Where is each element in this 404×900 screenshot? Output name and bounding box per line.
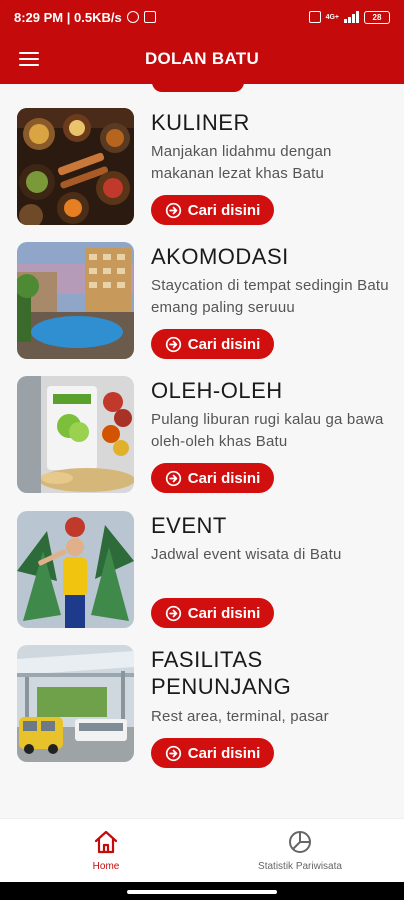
system-navigation-bar [0, 882, 404, 900]
event-image [17, 511, 134, 628]
arrow-circle-icon [165, 745, 181, 761]
status-bar: 8:29 PM | 0.5KB/s 4G+ 28 [0, 0, 404, 34]
alarm-icon [126, 11, 139, 23]
card-description: Jadwal event wisata di Batu [151, 546, 342, 563]
button-label: Cari disini [187, 201, 261, 219]
network-type: 4G+ [325, 13, 339, 21]
home-icon [94, 830, 118, 854]
card-description: Rest area, terminal, pasar [151, 708, 329, 725]
cari-disini-button[interactable]: Cari disini [151, 463, 274, 493]
status-time: 8:29 PM | 0.5KB/s [14, 9, 122, 25]
akomodasi-image [17, 242, 134, 359]
cari-disini-button[interactable]: Cari disini [151, 598, 274, 628]
card-title: FASILITAS PENUNJANG [151, 647, 292, 699]
cari-disini-button[interactable]: Cari disini [151, 195, 274, 225]
notification-icon [143, 11, 156, 23]
button-label: Cari disini [187, 744, 261, 762]
card-title: EVENT [151, 513, 227, 538]
button-label: Cari disini [187, 469, 261, 487]
page-title: DOLAN BATU [144, 49, 260, 68]
cari-disini-button[interactable]: Cari disini [151, 738, 274, 768]
button-label: Cari disini [187, 604, 261, 622]
arrow-circle-icon [165, 202, 181, 218]
arrow-circle-icon [165, 336, 181, 352]
card-description: Manjakan lidahmu dengan makanan lezat kh… [151, 143, 332, 182]
card-title: OLEH-OLEH [151, 378, 283, 403]
button-label: Cari disini [187, 335, 261, 353]
arrow-circle-icon [165, 605, 181, 621]
signal-icon [344, 11, 359, 23]
fasilitas-image [17, 645, 134, 762]
card-description: Pulang liburan rugi kalau ga bawa oleh-o… [151, 411, 384, 450]
nav-statistik-label: Statistik Pariwisata [258, 861, 342, 872]
sim-icon [308, 11, 321, 23]
scroll-tab-indicator [152, 84, 244, 92]
bottom-navigation: Home Statistik Pariwisata [0, 818, 404, 882]
kuliner-image [17, 108, 134, 225]
arrow-circle-icon [165, 470, 181, 486]
nav-home-label: Home [92, 861, 120, 872]
gesture-handle[interactable] [127, 890, 277, 894]
card-description: Staycation di tempat sedingin Batu emang… [151, 277, 389, 316]
content-scroll[interactable]: KULINER Manjakan lidahmu dengan makanan … [0, 84, 404, 818]
cari-disini-button[interactable]: Cari disini [151, 329, 274, 359]
nav-home[interactable]: Home [80, 829, 132, 872]
card-title: KULINER [151, 110, 250, 135]
pie-chart-icon [289, 831, 311, 853]
battery-indicator: 28 [364, 10, 390, 24]
card-title: AKOMODASI [151, 244, 289, 269]
nav-statistik-pariwisata[interactable]: Statistik Pariwisata [240, 829, 360, 872]
menu-icon[interactable] [19, 52, 39, 66]
oleh-oleh-image [17, 376, 134, 493]
app-bar: DOLAN BATU [0, 34, 404, 84]
